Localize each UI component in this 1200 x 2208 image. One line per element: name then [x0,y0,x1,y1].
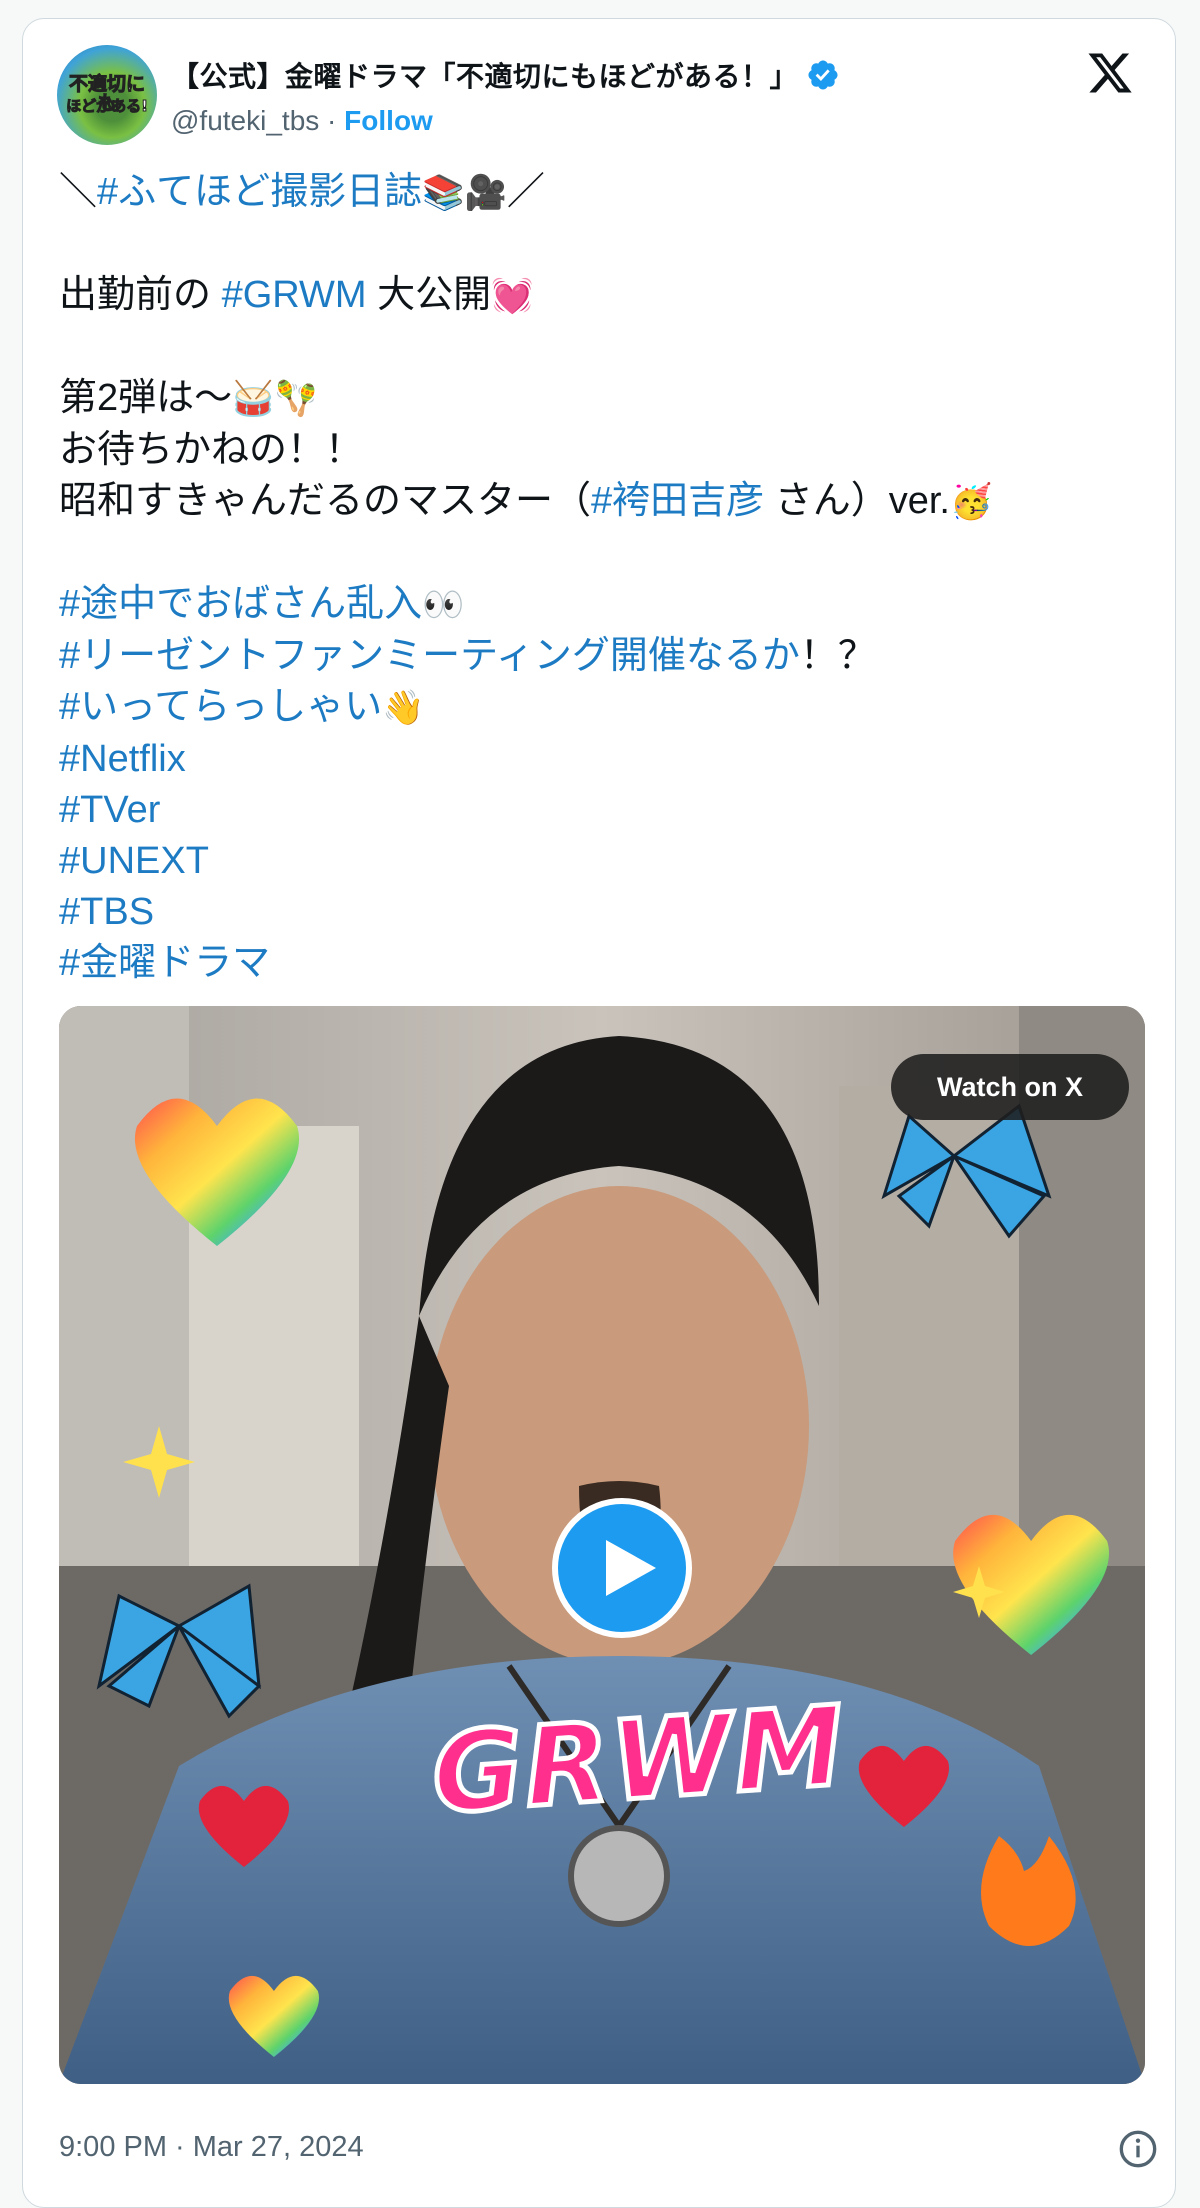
avatar-logo-line2: ほどがある! [66,97,149,115]
tweet-text-line: 昭和すきゃんだるのマスター（#袴田吉彦 さん）ver.🥳 [59,476,1149,528]
tweet-text-line: #途中でおばさん乱入👀 [59,579,1149,631]
text-segment: 第2弾は〜 [59,377,233,419]
timestamp[interactable]: 9:00 PM · Mar 27, 2024 [59,2131,364,2164]
emoji: 🥁🪇 [232,379,317,419]
hashtag-link[interactable]: #袴田吉彦 [591,480,764,522]
tweet-text-line: #いってらっしゃい👋 [59,682,1149,734]
tweet-text-line [59,528,1149,579]
emoji: 🥳 [949,482,993,522]
text-segment: ／ [506,171,545,213]
text-segment: さん）ver. [764,480,950,522]
emoji: 💓 [491,276,534,316]
hashtag-link[interactable]: #リーゼントファンミーティング開催なるか [59,635,800,677]
author-name-row: 【公式】金曜ドラマ「不適切にもほどがある！」 [171,55,840,95]
tweet-text-line: #金曜ドラマ [59,938,1149,989]
tweet-text-line: #Netflix [59,734,1149,785]
follow-button[interactable]: Follow [344,105,433,136]
tweet-text-line: 出勤前の #GRWM 大公開💓 [59,270,1149,322]
tweet-text-line: #TBS [59,887,1149,938]
text-segment: ＼ [59,171,98,213]
display-name[interactable]: 【公式】金曜ドラマ「不適切にもほどがある！」 [171,55,798,95]
hashtag-link[interactable]: #TVer [59,789,160,831]
handle-row: @futeki_tbs · Follow [171,105,433,137]
verified-badge-icon [808,60,838,90]
hashtag-link[interactable]: #GRWM [222,274,367,316]
hashtag-link[interactable]: #金曜ドラマ [59,942,270,984]
tweet-text-line: 第2弾は〜🥁🪇 [59,373,1149,425]
hashtag-link[interactable]: #TBS [59,891,154,933]
tweet-text-line: #リーゼントファンミーティング開催なるか！？ [59,631,1149,682]
tweet-card[interactable]: 不適切にも ほどがある! 【公式】金曜ドラマ「不適切にもほどがある！」 @fut… [22,18,1176,2208]
tweet-text-line [59,322,1149,373]
watch-on-x-button[interactable]: Watch on X [891,1054,1129,1120]
text-segment: お待ちかねの！！ [59,429,364,471]
tweet-text-line: お待ちかねの！！ [59,425,1149,476]
text-segment: ！？ [799,635,876,677]
tweet-text: ＼#ふてほど撮影日誌📚🎥／ 出勤前の #GRWM 大公開💓 第2弾は〜🥁🪇 お待ちかね… [59,167,1149,989]
tweet-text-line [59,219,1149,270]
x-logo-icon[interactable] [1086,49,1134,97]
play-button[interactable] [552,1498,692,1638]
emoji: 📚🎥 [422,173,507,213]
info-icon[interactable] [1118,2129,1158,2169]
video-player[interactable]: Watch on X GRWM [59,1006,1145,2084]
text-segment: 大公開 [366,274,492,316]
hashtag-link[interactable]: #途中でおばさん乱入 [59,583,422,625]
hashtag-link[interactable]: #UNEXT [59,840,209,882]
separator: · [319,105,345,136]
hashtag-link[interactable]: #Netflix [59,738,186,780]
avatar[interactable]: 不適切にも ほどがある! [57,45,157,145]
play-icon [606,1540,656,1596]
hashtag-link[interactable]: #いってらっしゃい [59,686,382,728]
handle[interactable]: @futeki_tbs [171,105,319,136]
tweet-text-line: #TVer [59,785,1149,836]
tweet-text-line: #UNEXT [59,836,1149,887]
tweet-text-line: ＼#ふてほど撮影日誌📚🎥／ [59,167,1149,219]
emoji: 👋 [382,688,425,728]
text-segment: 出勤前の [59,274,222,316]
emoji: 👀 [422,585,465,625]
text-segment: 昭和すきゃんだるのマスター（ [59,480,592,522]
hashtag-link[interactable]: #ふてほど撮影日誌 [97,171,422,213]
